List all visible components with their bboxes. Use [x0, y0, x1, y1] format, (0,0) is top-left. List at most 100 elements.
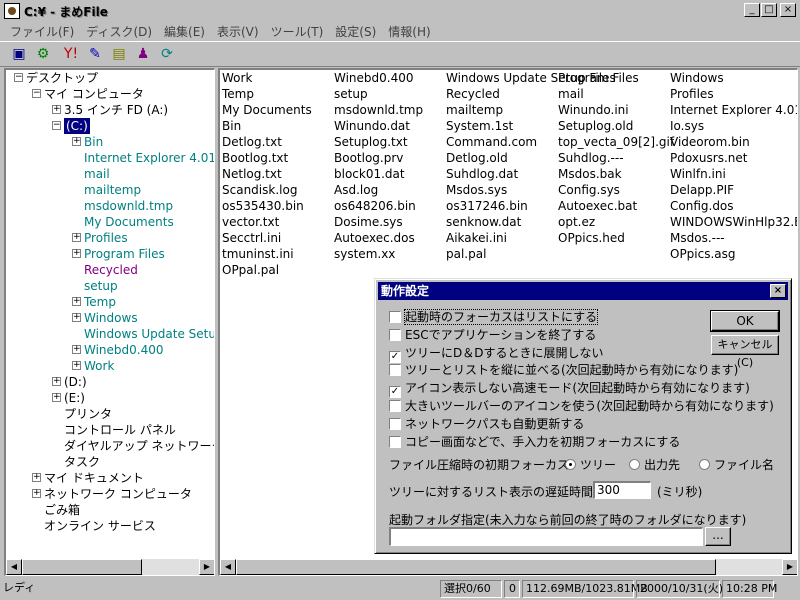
option-checkbox[interactable]: コピー画面などで、手入力を初期フォーカスにする [389, 434, 680, 450]
option-checkbox[interactable]: 大きいツールバーのアイコンを使う(次回起動時から有効になります) [389, 398, 774, 414]
scroll-left-icon[interactable]: ◀ [220, 559, 236, 575]
menu-info[interactable]: 情報(H) [382, 23, 436, 40]
file-item[interactable]: Winundo.ini [558, 102, 670, 118]
file-item[interactable]: Msdos.bak [558, 166, 670, 182]
checkbox-icon[interactable] [389, 435, 401, 448]
checkbox-icon[interactable] [389, 328, 401, 341]
file-item[interactable]: Msdos.sys [446, 182, 558, 198]
file-item[interactable]: OPpics.hed [558, 230, 670, 246]
expand-icon[interactable]: + [52, 377, 61, 386]
menu-tools[interactable]: ツール(T) [265, 23, 330, 40]
folder-input[interactable] [389, 527, 703, 546]
file-item[interactable]: Dosime.sys [334, 214, 446, 230]
scroll-track[interactable] [236, 559, 782, 575]
file-item[interactable]: tmuninst.ini [222, 246, 334, 262]
file-item[interactable]: os648206.bin [334, 198, 446, 214]
scroll-track[interactable] [22, 559, 199, 575]
file-item[interactable]: Aikakei.ini [446, 230, 558, 246]
file-item[interactable]: Secctrl.ini [222, 230, 334, 246]
radio-filename-icon[interactable] [699, 459, 710, 470]
radio-filename[interactable]: ファイル名 [699, 456, 774, 473]
file-item[interactable]: Bootlog.txt [222, 150, 334, 166]
cancel-button[interactable]: キャンセル(C) [711, 335, 779, 369]
file-item[interactable]: Temp [222, 86, 334, 102]
expand-icon[interactable]: + [72, 137, 81, 146]
file-item[interactable]: System.1st [446, 118, 558, 134]
title-bar[interactable]: C:¥ - まめFile _ □ × [0, 0, 800, 22]
option-checkbox[interactable]: ネットワークパスも自動更新する [389, 416, 584, 432]
menu-settings[interactable]: 設定(S) [329, 23, 382, 40]
file-item[interactable]: top_vecta_09[2].gif [558, 134, 674, 150]
file-item[interactable]: pal.pal [446, 246, 558, 262]
file-item[interactable]: Profiles [670, 86, 782, 102]
file-item[interactable]: Videorom.bin [670, 134, 782, 150]
scroll-thumb[interactable] [236, 559, 716, 575]
file-item[interactable]: Setuplog.old [558, 118, 670, 134]
checkbox-icon[interactable] [389, 364, 401, 377]
file-item[interactable]: Autoexec.dos [334, 230, 446, 246]
file-item[interactable]: WINDOWSWinHlp32.BMK [670, 214, 797, 230]
dialog-title-bar[interactable]: 動作設定 × [378, 282, 788, 300]
file-item[interactable]: Bootlog.prv [334, 150, 446, 166]
runner-icon[interactable]: ♟ [132, 43, 154, 65]
computer-icon[interactable]: ▣ [8, 43, 30, 65]
file-item[interactable]: Pdoxusrs.net [670, 150, 782, 166]
file-item[interactable]: OPpal.pal [222, 262, 334, 278]
radio-tree[interactable]: ツリー [565, 456, 616, 473]
file-item[interactable]: Asd.log [334, 182, 446, 198]
scroll-left-icon[interactable]: ◀ [6, 559, 22, 575]
file-item[interactable]: Suhdlog.--- [558, 150, 670, 166]
refresh-icon[interactable]: ⟳ [156, 43, 178, 65]
file-item[interactable]: Suhdlog.dat [446, 166, 558, 182]
maximize-button[interactable]: □ [761, 3, 777, 17]
dialog-close-button[interactable]: × [770, 284, 786, 298]
file-item[interactable]: Detlog.old [446, 150, 558, 166]
file-item[interactable]: Winlfn.ini [670, 166, 782, 182]
file-item[interactable]: Command.com [446, 134, 558, 150]
file-item[interactable]: Windows Update Setup Files [446, 70, 616, 86]
collapse-icon[interactable]: − [14, 73, 23, 82]
file-item[interactable]: Msdos.--- [670, 230, 782, 246]
list-horizontal-scrollbar[interactable]: ◀ ▶ [220, 559, 797, 575]
menu-disk[interactable]: ディスク(D) [80, 23, 158, 40]
close-button[interactable]: × [780, 3, 796, 17]
file-item[interactable]: Windows [670, 70, 782, 86]
option-checkbox[interactable]: ✓ アイコン表示しない高速モード(次回起動時から有効になります) [389, 380, 750, 399]
file-item[interactable]: Scandisk.log [222, 182, 334, 198]
collapse-icon[interactable]: − [32, 89, 41, 98]
file-item[interactable]: Netlog.txt [222, 166, 334, 182]
scroll-right-icon[interactable]: ▶ [782, 559, 797, 575]
scroll-right-icon[interactable]: ▶ [199, 559, 214, 575]
file-item[interactable]: setup [334, 86, 446, 102]
file-item[interactable]: Internet Explorer 4.01 [670, 102, 797, 118]
checkbox-icon[interactable] [389, 311, 401, 323]
expand-icon[interactable]: + [52, 105, 61, 114]
file-item[interactable]: vector.txt [222, 214, 334, 230]
checkbox-icon[interactable] [389, 400, 401, 412]
radio-output-icon[interactable] [629, 459, 640, 470]
tools-icon[interactable]: ⚙ [32, 43, 54, 65]
yahoo-icon[interactable]: Y! [60, 43, 82, 65]
expand-icon[interactable]: + [72, 313, 81, 322]
file-item[interactable]: senknow.dat [446, 214, 558, 230]
expand-icon[interactable]: + [72, 345, 81, 354]
delay-input[interactable]: 300 [593, 481, 651, 499]
file-item[interactable]: OPpics.asg [670, 246, 782, 262]
file-item[interactable]: Recycled [446, 86, 558, 102]
ok-button[interactable]: OK [710, 310, 780, 332]
option-checkbox[interactable]: ✓ ツリーにD＆Dするときに展開しない [389, 345, 603, 363]
checkbox-icon[interactable]: ✓ [389, 386, 401, 399]
file-item[interactable]: msdownld.tmp [334, 102, 446, 118]
menu-view[interactable]: 表示(V) [211, 23, 265, 40]
radio-output[interactable]: 出力先 [629, 456, 680, 473]
file-item[interactable]: Detlog.txt [222, 134, 334, 150]
expand-icon[interactable]: + [72, 233, 81, 242]
file-item[interactable]: opt.ez [558, 214, 670, 230]
expand-icon[interactable]: + [32, 489, 41, 498]
doc-icon[interactable]: ▤ [108, 43, 130, 65]
file-item[interactable]: Bin [222, 118, 334, 134]
expand-icon[interactable]: + [52, 393, 61, 402]
expand-icon[interactable]: + [72, 249, 81, 258]
file-item[interactable]: Winundo.dat [334, 118, 446, 134]
collapse-icon[interactable]: − [52, 121, 61, 130]
